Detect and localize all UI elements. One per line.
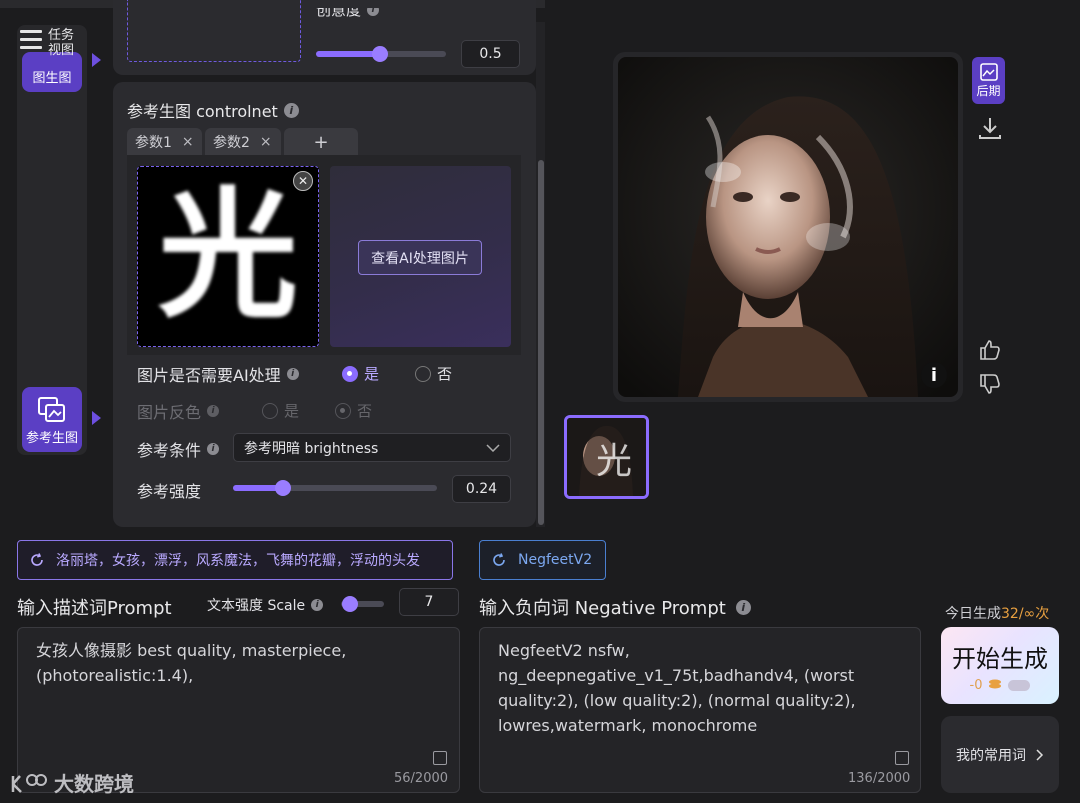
- strength-label: 参考强度: [137, 482, 202, 501]
- info-icon[interactable]: i: [311, 599, 324, 611]
- close-icon[interactable]: ×: [260, 134, 272, 150]
- thumbnail-glyph: 光: [596, 441, 632, 482]
- thumbs-up-icon[interactable]: [978, 338, 1002, 362]
- scale-value-input[interactable]: 7: [399, 588, 459, 616]
- radio-unchecked-icon: [262, 402, 278, 419]
- remove-image-icon[interactable]: ✕: [293, 171, 313, 191]
- close-icon[interactable]: ×: [182, 134, 194, 150]
- watermark-logo-icon: [11, 773, 47, 793]
- invert-label: 图片反色 i: [137, 399, 220, 423]
- radio-checked-icon: [342, 365, 358, 382]
- info-icon[interactable]: i: [283, 102, 299, 118]
- download-icon[interactable]: [977, 115, 1003, 141]
- watermark: 大数跨境: [10, 768, 134, 797]
- tab-param-2[interactable]: 参数2 ×: [205, 128, 281, 156]
- thumbs-down-icon[interactable]: [978, 372, 1002, 396]
- ai-process-yes-radio[interactable]: 是: [342, 363, 379, 384]
- condition-label: 参考条件 i: [137, 437, 220, 461]
- add-tab-button[interactable]: +: [284, 128, 358, 156]
- coin-icon: [989, 679, 1002, 689]
- img2img-nav-label: 图生图: [32, 71, 72, 86]
- generate-button[interactable]: 开始生成 -0: [941, 627, 1059, 704]
- result-thumbnail[interactable]: 光: [564, 415, 649, 499]
- info-icon[interactable]: i: [735, 599, 751, 615]
- thumbnail-image: 光: [567, 418, 646, 496]
- strength-slider-knob[interactable]: [275, 480, 291, 496]
- info-icon[interactable]: i: [921, 362, 947, 388]
- app-root: 图生图 任务视图 参考生图 创意度 i 0.5 参考生图 controlnet i …: [0, 0, 1080, 803]
- rail-arrow-icon: [92, 53, 101, 67]
- generate-cost: -0: [970, 678, 1031, 693]
- prompt-title: 输入描述词Prompt: [17, 598, 172, 619]
- scale-slider-knob[interactable]: [342, 596, 358, 612]
- negative-suggestion-chip[interactable]: NegfeetV2: [479, 540, 606, 580]
- result-image[interactable]: [618, 57, 958, 397]
- task-view-label[interactable]: 任务视图: [48, 28, 80, 58]
- prompt-suggestion-chip[interactable]: 洛丽塔，女孩，漂浮，风系魔法，飞舞的花瓣，浮动的头发: [17, 540, 453, 580]
- invert-yes-radio: 是: [262, 400, 299, 421]
- ai-process-no-radio[interactable]: 否: [415, 363, 452, 384]
- refresh-icon: [31, 553, 43, 566]
- reference-image-glyph: 光: [157, 174, 298, 338]
- negative-textarea[interactable]: NegfeetV2 nsfw, ng_deepnegative_v1_75t,b…: [479, 627, 921, 793]
- img2img-nav-button[interactable]: 图生图: [22, 52, 82, 92]
- info-icon: i: [207, 405, 220, 417]
- info-icon[interactable]: i: [207, 443, 220, 455]
- negative-char-counter: 136/2000: [848, 771, 911, 786]
- creativity-slider-fill: [316, 51, 380, 57]
- condition-select[interactable]: 参考明暗 brightness: [233, 433, 511, 462]
- favorite-words-button[interactable]: 我的常用词: [941, 716, 1059, 793]
- save-icon[interactable]: [895, 751, 909, 765]
- reference-image[interactable]: 光: [137, 166, 319, 347]
- rail-arrow-icon: [92, 411, 101, 425]
- prompt-char-counter: 56/2000: [394, 771, 449, 786]
- ref-image-nav-button[interactable]: 参考生图: [22, 387, 82, 452]
- creativity-value-input[interactable]: 0.5: [461, 40, 520, 68]
- save-icon[interactable]: [433, 751, 447, 765]
- invert-no-radio: 否: [335, 400, 372, 421]
- tab-param-1[interactable]: 参数1 ×: [127, 128, 202, 156]
- scrollbar-thumb[interactable]: [538, 160, 544, 525]
- view-ai-image-button[interactable]: 查看AI处理图片: [358, 240, 482, 275]
- condition-select-value: 参考明暗 brightness: [244, 440, 379, 457]
- collapse-toggle-icon[interactable]: [1008, 679, 1031, 691]
- creativity-slider-knob[interactable]: [372, 46, 388, 62]
- negative-title: 输入负向词 Negative Prompt i: [479, 594, 751, 620]
- ref-image-icon: [38, 397, 65, 422]
- ai-process-label: 图片是否需要AI处理 i: [137, 362, 299, 386]
- radio-unchecked-icon: [415, 365, 431, 382]
- info-icon[interactable]: i: [286, 368, 299, 380]
- post-process-button[interactable]: 后期: [972, 57, 1005, 104]
- creativity-label: 创意度 i: [316, 8, 446, 20]
- chevron-down-icon: [486, 443, 500, 452]
- chevron-right-icon: [1036, 748, 1044, 761]
- scale-label: 文本强度 Scale i: [207, 595, 324, 615]
- info-icon[interactable]: i: [367, 8, 380, 16]
- creativity-label-wrap: 创意度 i: [316, 8, 446, 28]
- menu-icon[interactable]: [20, 30, 42, 52]
- controlnet-title: 参考生图 controlnet i: [127, 98, 299, 122]
- daily-usage: 今日生成32/∞次: [945, 606, 1050, 622]
- refresh-icon: [493, 553, 505, 566]
- radio-checked-icon: [335, 402, 351, 419]
- strength-value-input[interactable]: 0.24: [452, 475, 511, 503]
- image-drop-zone[interactable]: [127, 0, 301, 62]
- portrait-image: [618, 57, 958, 397]
- image-edit-icon: [979, 63, 998, 81]
- ref-image-nav-label: 参考生图: [25, 431, 78, 446]
